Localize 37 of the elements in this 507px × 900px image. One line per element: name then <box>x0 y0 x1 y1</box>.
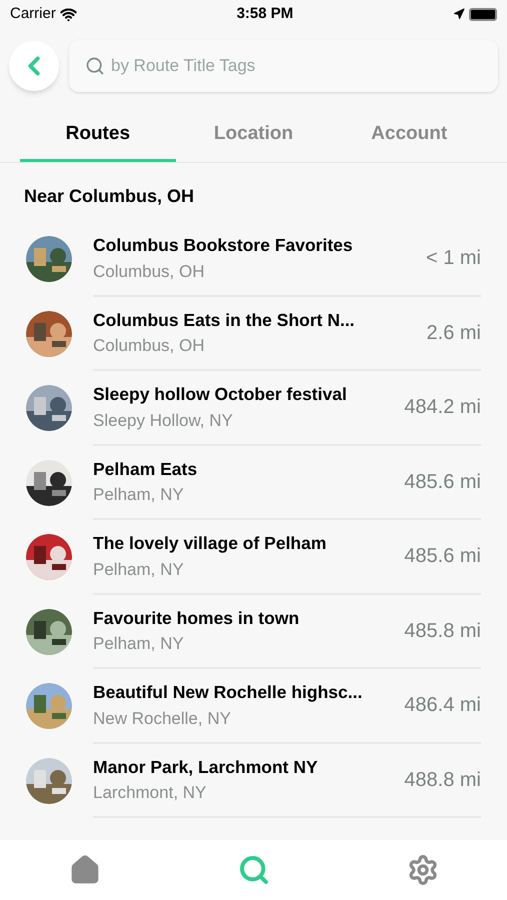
route-row[interactable]: The lovely village of Pelham Pelham, NY 485.6 mi <box>0 520 507 594</box>
route-title: The lovely village of Pelham <box>93 532 328 556</box>
route-distance: 2.6 mi <box>426 320 481 346</box>
route-location: New Rochelle, NY <box>93 708 232 730</box>
route-title: Sleepy hollow October festival <box>93 383 348 406</box>
route-distance: 485.8 mi <box>404 618 481 644</box>
route-title: Favourite homes in town <box>93 606 300 630</box>
route-row[interactable]: Manor Park, Larchmont NY Larchmont, NY 488.8 mi <box>0 744 507 818</box>
route-distance: 485.6 mi <box>404 544 481 570</box>
route-row[interactable]: Columbus Bookstore Favorites Columbus, OH < 1 mi <box>0 222 507 296</box>
route-title: Columbus Bookstore Favorites <box>93 234 354 258</box>
route-location: Pelham, NY <box>93 633 185 656</box>
section-title: Near Columbus, OH <box>23 185 196 208</box>
route-row[interactable]: Sleepy hollow October festival Sleepy Hollow, NY 484.2 mi <box>0 371 507 446</box>
route-distance: < 1 mi <box>426 246 481 272</box>
carrier-label: Carrier <box>10 4 56 24</box>
tab[interactable]: Routes <box>20 110 176 162</box>
route-title: Columbus Eats in the Short N... <box>93 308 356 332</box>
route-location: Columbus, OH <box>93 335 206 358</box>
route-distance: 486.4 mi <box>404 693 481 718</box>
route-row[interactable]: Beautiful New Rochelle highsc... New Rochelle, NY 486.4 mi <box>0 669 507 744</box>
route-location: Pelham, NY <box>93 484 185 506</box>
route-distance: 484.2 mi <box>404 395 481 420</box>
route-row[interactable]: Columbus Eats in the Short N... Columbus, OH 2.6 mi <box>0 296 507 371</box>
route-title: Beautiful New Rochelle highsc... <box>93 681 364 704</box>
clock: 3:58 PM <box>236 4 294 24</box>
route-location: Pelham, NY <box>93 558 185 581</box>
route-row[interactable]: Favourite homes in town Pelham, NY 485.8 mi <box>0 594 507 669</box>
route-title: Manor Park, Larchmont NY <box>93 756 319 779</box>
search-field[interactable]: by Route Title Tags <box>69 40 498 92</box>
route-row[interactable]: Pelham Eats Pelham, NY 485.6 mi <box>0 446 507 520</box>
route-location: Larchmont, NY <box>93 782 208 804</box>
route-distance: 485.6 mi <box>404 470 481 495</box>
route-location: Columbus, OH <box>93 260 206 283</box>
route-title: Pelham Eats <box>93 458 198 481</box>
route-location: Sleepy Hollow, NY <box>93 410 234 432</box>
route-distance: 488.8 mi <box>404 768 481 793</box>
